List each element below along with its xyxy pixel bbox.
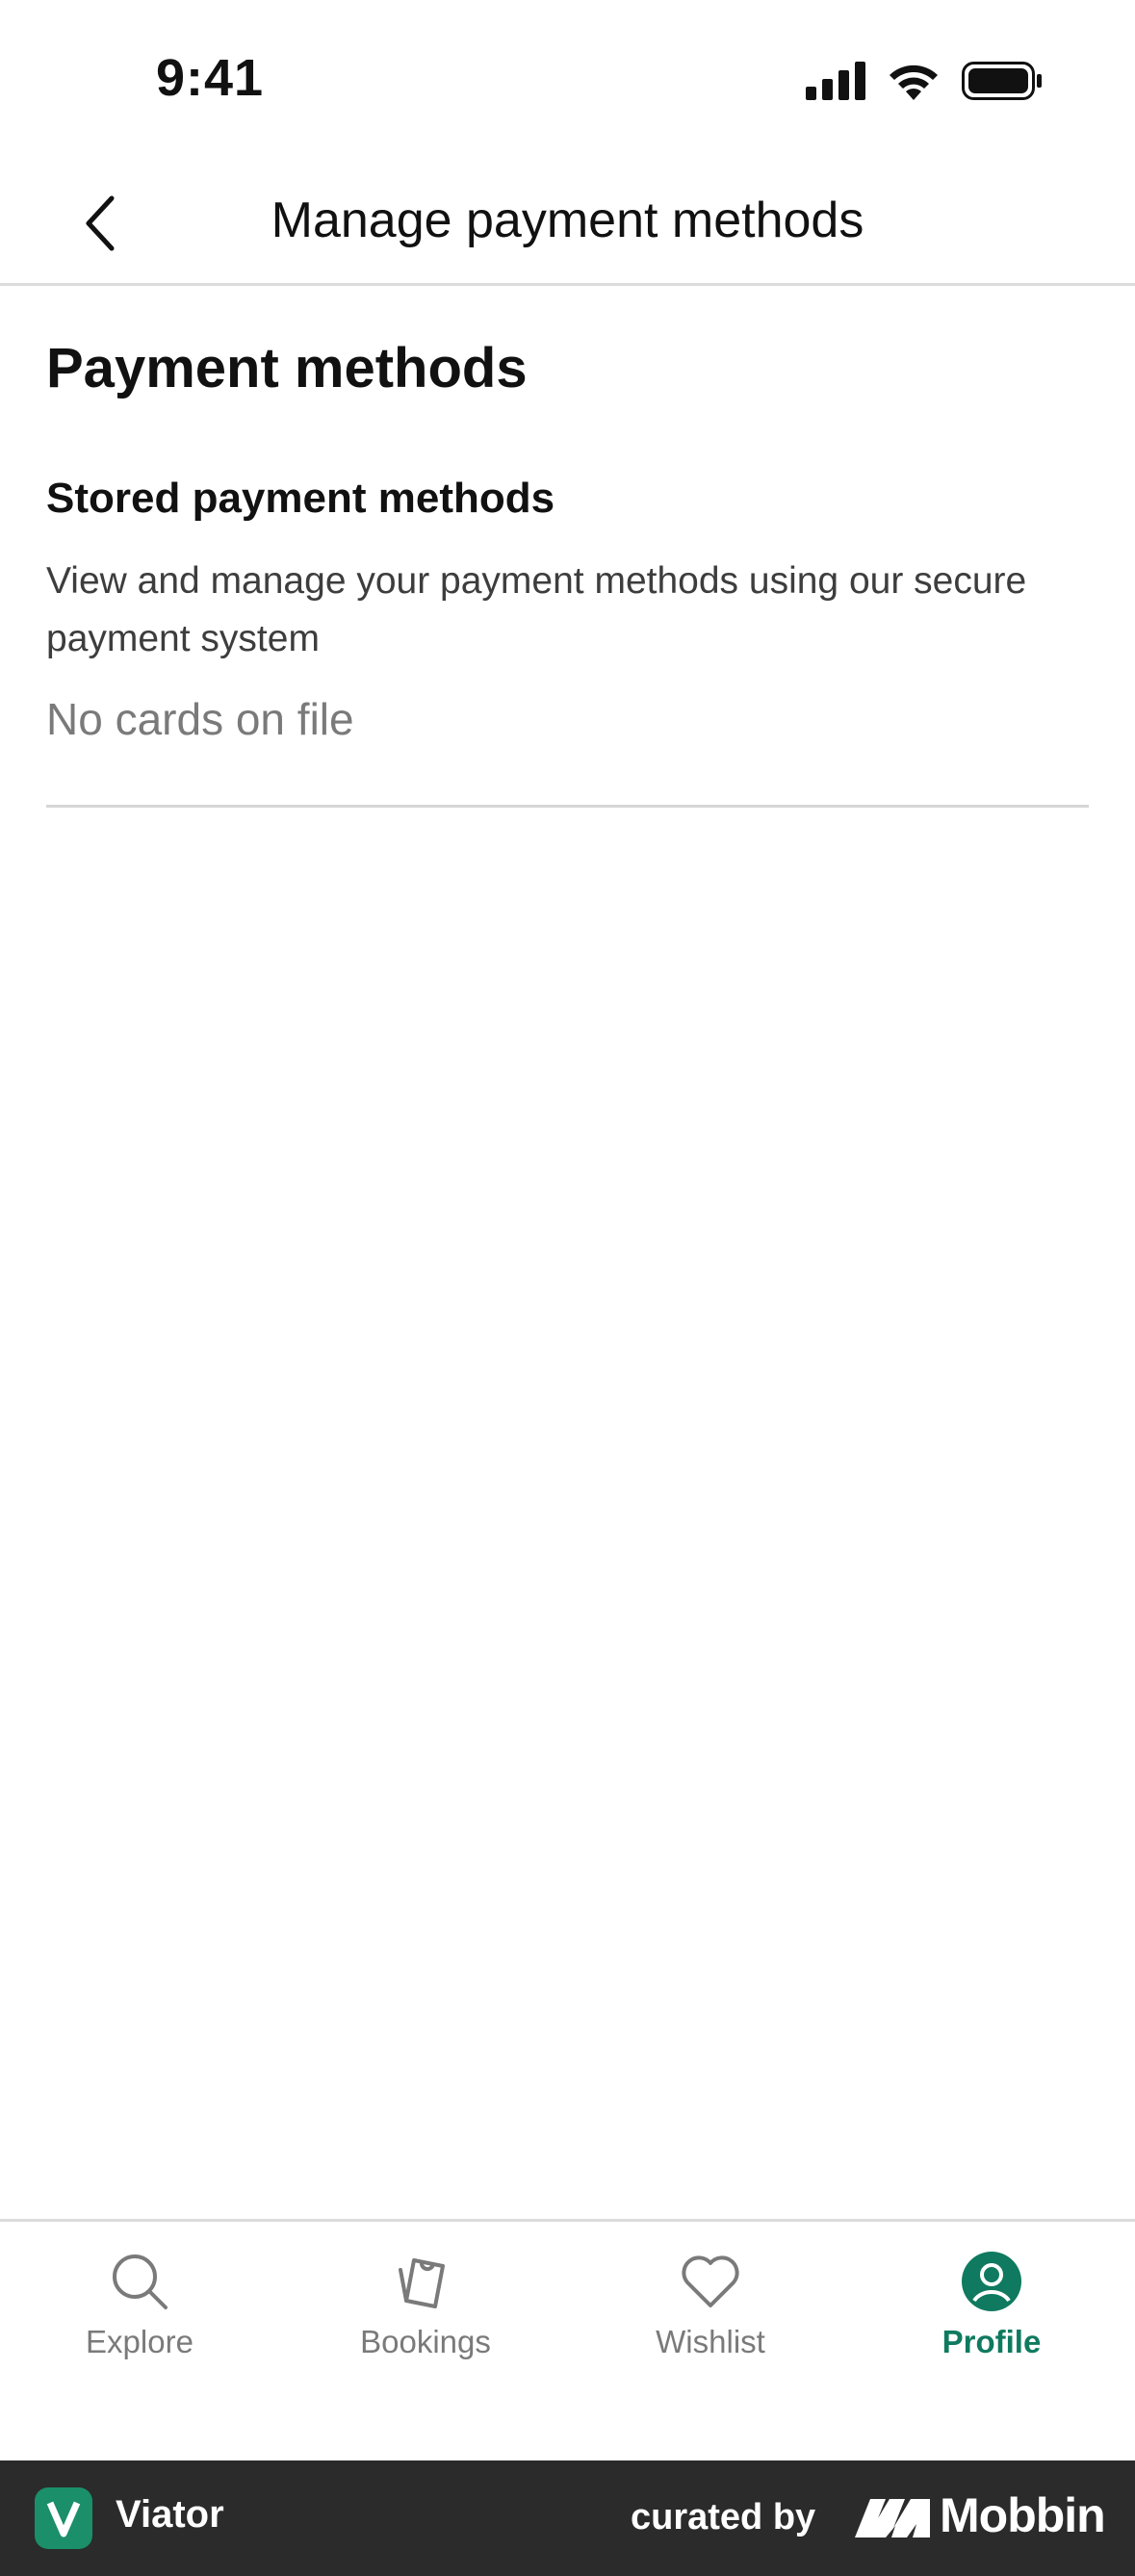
viator-logo-icon: [35, 2487, 92, 2549]
empty-state-text: No cards on file: [46, 694, 354, 745]
tab-label-profile: Profile: [942, 2324, 1042, 2359]
signal-icon: [806, 62, 865, 100]
mobbin-logo-icon: [855, 2499, 930, 2537]
tab-wishlist[interactable]: Wishlist: [595, 2249, 826, 2383]
status-icons: [806, 62, 1043, 100]
tab-profile[interactable]: Profile: [876, 2249, 1107, 2383]
status-time: 9:41: [156, 49, 265, 107]
tab-bar: Explore Bookings Wishlist Profile: [0, 2219, 1135, 2462]
tab-explore[interactable]: Explore: [24, 2249, 255, 2383]
mobbin-brand: Mobbin: [940, 2488, 1106, 2542]
description-text: View and manage your payment methods usi…: [46, 560, 1027, 660]
page-title: Manage payment methods: [271, 193, 864, 248]
footer-banner: Viator curated by Mobbin: [0, 2460, 1135, 2576]
wifi-icon: [890, 64, 938, 100]
tab-label-explore: Explore: [86, 2324, 193, 2359]
ticket-icon: [393, 2249, 458, 2314]
profile-icon: [959, 2249, 1024, 2314]
subsection-title: Stored payment methods: [46, 474, 555, 522]
curated-by-text: curated by: [631, 2497, 816, 2537]
tab-label-wishlist: Wishlist: [656, 2324, 765, 2359]
search-icon: [107, 2249, 172, 2314]
status-bar: 9:41: [0, 0, 1135, 164]
nav-header: Manage payment methods: [0, 164, 1135, 286]
app-name: Viator: [116, 2493, 224, 2536]
section-title: Payment methods: [46, 337, 528, 399]
battery-icon: [962, 62, 1042, 100]
divider: [46, 805, 1089, 809]
main-content: Payment methods Stored payment methods V…: [46, 285, 1089, 809]
heart-icon: [678, 2249, 743, 2314]
tab-label-bookings: Bookings: [360, 2324, 491, 2359]
tab-bookings[interactable]: Bookings: [310, 2249, 541, 2383]
